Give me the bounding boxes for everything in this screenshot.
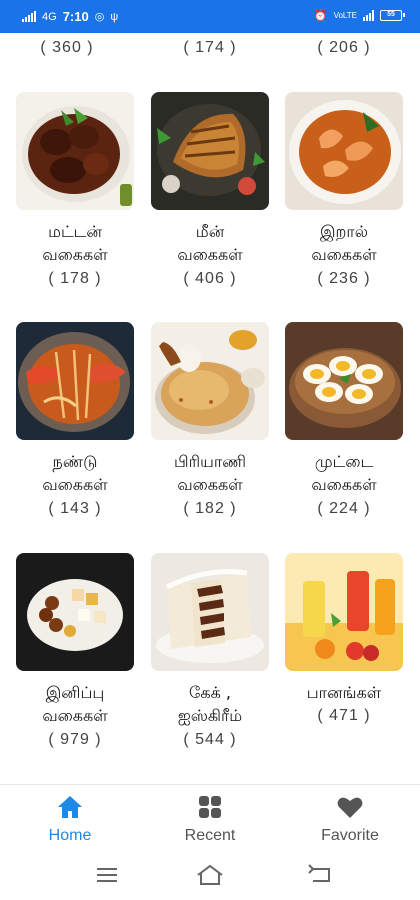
title-line-2: வகைகள் bbox=[42, 475, 108, 494]
category-title: நண்டு வகைகள் bbox=[8, 450, 142, 496]
recipe-count: ( 406 ) bbox=[183, 270, 237, 287]
battery-icon: 55 bbox=[380, 10, 405, 21]
heart-icon bbox=[337, 797, 363, 818]
nav-home-label: Home bbox=[48, 827, 92, 844]
recipe-count: ( 236 ) bbox=[317, 270, 371, 287]
recipe-count: ( 360 ) bbox=[40, 39, 94, 56]
chicken-biryani-image[interactable] bbox=[151, 322, 269, 440]
battery-level: 55 bbox=[387, 11, 395, 18]
recipe-count: ( 178 ) bbox=[48, 270, 102, 287]
prawn-curry-image[interactable] bbox=[285, 92, 403, 210]
recipe-count: ( 182 ) bbox=[183, 500, 237, 517]
recipe-count: ( 206 ) bbox=[317, 39, 371, 56]
title-line-2: வகைகள் bbox=[42, 245, 108, 264]
layer-cake-image[interactable] bbox=[151, 553, 269, 671]
status-right: ⏰ VoLTE 55 bbox=[313, 9, 405, 22]
recipe-count: ( 979 ) bbox=[48, 731, 102, 748]
category-title: பிரியாணி வகைகள் bbox=[143, 450, 277, 496]
bottom-nav: Home Recent Favorite bbox=[0, 785, 420, 850]
title-line-1: பானங்கள் bbox=[306, 683, 382, 702]
category-title: இனிப்பு வகைகள் bbox=[8, 681, 142, 727]
nav-favorite[interactable]: Favorite bbox=[290, 795, 410, 845]
title-line-1: இறால் bbox=[319, 222, 369, 241]
category-title: இறால் வகைகள் bbox=[277, 220, 411, 266]
title-line-2: வகைகள் bbox=[177, 475, 243, 494]
title-line-1: கேக் , bbox=[189, 683, 231, 702]
signal-icon bbox=[22, 11, 36, 22]
mutton-curry-image[interactable] bbox=[16, 92, 134, 210]
category-title: மட்டன் வகைகள் bbox=[8, 220, 142, 266]
system-nav-bar bbox=[0, 850, 420, 900]
nav-home[interactable]: Home bbox=[10, 795, 130, 845]
nav-favorite-label: Favorite bbox=[321, 827, 379, 844]
recipe-count: ( 143 ) bbox=[48, 500, 102, 517]
category-grid: ( 360 ) ( 174 ) ( 206 ) மட்டன் வகைகள் ( … bbox=[0, 33, 420, 783]
title-line-2: வகைகள் bbox=[42, 706, 108, 725]
title-line-2: ஐஸ்கிரீம் bbox=[177, 706, 243, 725]
usb-icon: ψ bbox=[110, 10, 119, 23]
crab-masala-image[interactable] bbox=[16, 322, 134, 440]
title-line-1: இனிப்பு bbox=[45, 683, 105, 702]
volte-icon: VoLTE bbox=[333, 11, 357, 20]
whatsapp-icon: ◎ bbox=[94, 11, 105, 23]
back-icon[interactable] bbox=[305, 862, 335, 888]
indian-sweets-image[interactable] bbox=[16, 553, 134, 671]
signal-strength-icon bbox=[363, 10, 374, 21]
title-line-2: வகைகள் bbox=[311, 245, 377, 264]
title-line-1: மட்டன் bbox=[48, 222, 102, 241]
title-line-2: வகைகள் bbox=[311, 475, 377, 494]
category-title: கேக் , ஐஸ்கிரீம் bbox=[143, 681, 277, 727]
recipe-count: ( 544 ) bbox=[183, 731, 237, 748]
category-title: மீன் வகைகள் bbox=[143, 220, 277, 266]
title-line-1: நண்டு bbox=[52, 452, 98, 471]
top-row-counts: ( 360 ) ( 174 ) ( 206 ) bbox=[0, 39, 420, 61]
fruit-juices-image[interactable] bbox=[285, 553, 403, 671]
network-type: 4G bbox=[42, 10, 57, 23]
nav-recent-label: Recent bbox=[184, 827, 236, 844]
category-title: பானங்கள் bbox=[277, 681, 411, 704]
recipe-count: ( 224 ) bbox=[317, 500, 371, 517]
nav-recent[interactable]: Recent bbox=[150, 795, 270, 845]
status-bar: 4G 7:10 ◎ ψ ⏰ VoLTE 55 bbox=[0, 0, 420, 33]
status-left: 4G 7:10 ◎ ψ bbox=[22, 9, 118, 24]
menu-icon[interactable] bbox=[92, 862, 122, 888]
home-icon bbox=[58, 796, 82, 818]
grilled-fish-image[interactable] bbox=[151, 92, 269, 210]
grid-icon bbox=[199, 796, 221, 818]
category-title: முட்டை வகைகள் bbox=[277, 450, 411, 496]
title-line-2: வகைகள் bbox=[177, 245, 243, 264]
recipe-count: ( 471 ) bbox=[317, 707, 371, 724]
title-line-1: முட்டை bbox=[314, 452, 374, 471]
status-time: 7:10 bbox=[62, 9, 89, 24]
title-line-1: பிரியாணி bbox=[174, 452, 246, 471]
home-nav-icon[interactable] bbox=[195, 862, 225, 888]
title-line-1: மீன் bbox=[195, 222, 225, 241]
recipe-count: ( 174 ) bbox=[183, 39, 237, 56]
boiled-eggs-image[interactable] bbox=[285, 322, 403, 440]
alarm-icon: ⏰ bbox=[313, 10, 328, 22]
